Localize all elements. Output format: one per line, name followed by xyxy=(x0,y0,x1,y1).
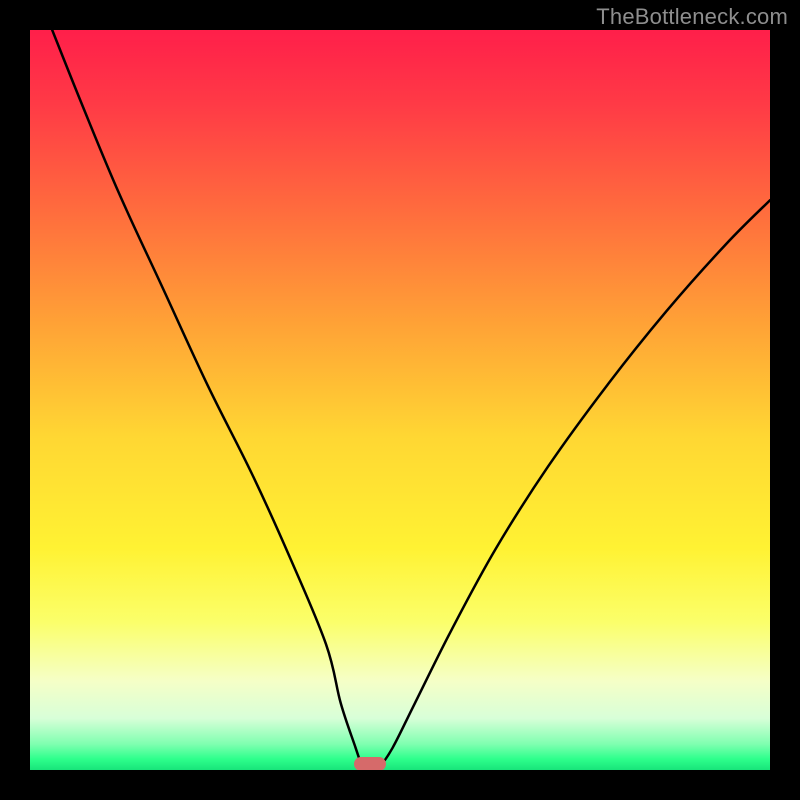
bottleneck-curve xyxy=(30,30,770,770)
curve-right-branch xyxy=(378,200,770,770)
curve-left-branch xyxy=(52,30,363,770)
outer-frame: TheBottleneck.com xyxy=(0,0,800,800)
plot-area xyxy=(30,30,770,770)
watermark-label: TheBottleneck.com xyxy=(596,4,788,30)
optimum-marker xyxy=(354,757,386,770)
